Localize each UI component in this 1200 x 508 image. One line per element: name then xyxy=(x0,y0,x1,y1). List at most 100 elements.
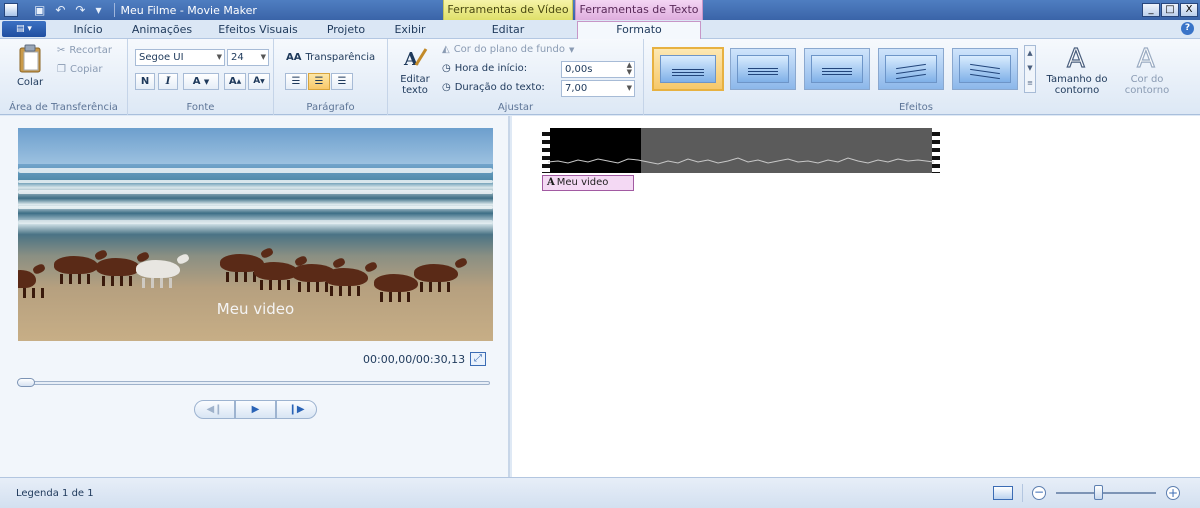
tab-exibir[interactable]: Exibir xyxy=(383,22,437,39)
scissors-icon: ✂ xyxy=(57,45,66,56)
transparency-label: Transparência xyxy=(305,52,376,63)
background-color-button[interactable]: ◭ Cor do plano de fundo ▼ xyxy=(442,44,574,55)
tab-animacoes[interactable]: Animações xyxy=(125,22,199,39)
tab-efeitos-visuais[interactable]: Efeitos Visuais xyxy=(206,22,310,39)
transparency-button[interactable]: AA Transparência xyxy=(286,52,375,63)
chevron-down-icon: ▼ xyxy=(260,53,266,61)
effect-thumbnail-2[interactable] xyxy=(730,48,796,90)
app-icon[interactable] xyxy=(4,3,18,17)
previous-frame-button[interactable]: ◀❙ xyxy=(194,400,235,419)
ribbon: Colar ✂ Recortar ❐ Copiar Área de Transf… xyxy=(0,39,1200,115)
help-icon[interactable]: ? xyxy=(1181,22,1194,35)
horse xyxy=(136,260,180,288)
font-size-value: 24 xyxy=(231,52,244,63)
tab-inicio[interactable]: Início xyxy=(58,22,118,39)
background-color-label: Cor do plano de fundo xyxy=(453,44,565,55)
zoom-slider-track[interactable] xyxy=(1056,492,1156,494)
outline-color-label: Cor do contorno xyxy=(1124,74,1170,96)
zoom-slider-thumb[interactable] xyxy=(1094,485,1103,500)
video-clip[interactable] xyxy=(542,128,940,173)
adjust-group-label: Ajustar xyxy=(497,102,534,113)
effect-thumbnail-4[interactable] xyxy=(878,48,944,90)
arrow-up-icon: ▲ xyxy=(236,78,242,85)
context-tab-text-tools: Ferramentas de Texto xyxy=(575,0,703,20)
thumbnail-size-icon[interactable] xyxy=(993,486,1013,500)
font-color-button[interactable]: A ▼ xyxy=(183,73,219,90)
horse xyxy=(324,268,368,296)
chevron-down-icon: ▼ xyxy=(203,78,210,86)
fullscreen-icon[interactable]: ⤢ xyxy=(470,352,486,366)
file-menu-button[interactable]: ▤ ▾ xyxy=(2,21,46,37)
timer-icon: ◷ xyxy=(442,82,451,93)
font-size-combo[interactable]: 24 ▼ xyxy=(227,49,269,66)
horse xyxy=(374,274,418,302)
paint-bucket-icon: ◭ xyxy=(442,44,450,55)
paste-button[interactable]: Colar xyxy=(8,44,52,88)
tab-formato[interactable]: Formato xyxy=(577,21,701,40)
align-right-button[interactable]: ☰ xyxy=(331,73,353,90)
seek-thumb[interactable] xyxy=(17,378,35,387)
title-clip[interactable]: A Meu video xyxy=(542,175,634,191)
paste-label: Colar xyxy=(16,77,44,88)
effect-preview xyxy=(660,55,716,83)
chevron-down-icon: ▼ xyxy=(216,53,222,61)
minimize-button[interactable]: _ xyxy=(1142,3,1160,17)
copy-button[interactable]: ❐ Copiar xyxy=(57,64,102,75)
redo-icon[interactable]: ↷ xyxy=(75,3,85,17)
bold-button[interactable]: N xyxy=(135,73,155,90)
effect-thumbnail-3[interactable] xyxy=(804,48,870,90)
chevron-down-icon: ▼ xyxy=(568,45,575,54)
next-frame-button[interactable]: ❙▶ xyxy=(276,400,317,419)
status-separator xyxy=(1022,484,1023,502)
tab-projeto[interactable]: Projeto xyxy=(316,22,376,39)
arrow-down-icon: ▼ xyxy=(260,78,265,85)
svg-text:A: A xyxy=(1137,44,1155,71)
play-button[interactable]: ▶ xyxy=(235,400,276,419)
close-button[interactable]: X xyxy=(1180,3,1198,17)
duration-label: ◷ Duração do texto: xyxy=(442,82,545,93)
align-center-button[interactable]: ☰ xyxy=(308,73,330,90)
edit-text-button[interactable]: A Editar texto xyxy=(396,45,434,96)
font-family-combo[interactable]: Segoe UI ▼ xyxy=(135,49,225,66)
copy-label: Copiar xyxy=(69,64,103,75)
duration-combo[interactable]: 7,00 ▼ xyxy=(561,80,635,97)
window-controls: _ □ X xyxy=(1142,3,1198,17)
svg-text:A: A xyxy=(1067,44,1085,71)
previous-frame-icon: ◀❙ xyxy=(206,404,223,415)
customize-qat-icon[interactable]: ▾ xyxy=(95,3,101,17)
effect-thumbnail-1[interactable] xyxy=(652,47,724,91)
copy-icon: ❐ xyxy=(57,64,66,75)
video-preview[interactable]: Meu video xyxy=(18,128,493,341)
status-bar: Legenda 1 de 1 − + xyxy=(0,477,1200,508)
outline-color-button[interactable]: A Cor do contorno xyxy=(1116,43,1178,96)
audio-waveform xyxy=(548,157,934,165)
effect-preview xyxy=(737,55,789,83)
grow-font-button[interactable]: A▲ xyxy=(224,73,246,90)
spinner-icon[interactable]: ▲ ▼ xyxy=(627,62,632,76)
shrink-font-button[interactable]: A▼ xyxy=(248,73,270,90)
align-left-button[interactable]: ☰ xyxy=(285,73,307,90)
effect-thumbnail-5[interactable] xyxy=(952,48,1018,90)
maximize-button[interactable]: □ xyxy=(1161,3,1179,17)
horse xyxy=(54,256,98,284)
video-sky xyxy=(18,128,493,164)
seek-bar[interactable] xyxy=(17,378,490,387)
cut-button[interactable]: ✂ Recortar xyxy=(57,45,112,56)
save-icon[interactable]: ▣ xyxy=(34,3,45,17)
group-font: Segoe UI ▼ 24 ▼ N I A ▼ A▲ A▼ Fonte xyxy=(128,39,274,115)
italic-button[interactable]: I xyxy=(158,73,178,90)
storyboard: A Meu video xyxy=(512,116,1200,477)
outline-size-icon: A xyxy=(1066,43,1085,74)
tab-editar[interactable]: Editar xyxy=(445,22,571,39)
undo-icon[interactable]: ↶ xyxy=(55,3,65,17)
outline-size-label: Tamanho do contorno xyxy=(1046,74,1108,96)
effects-gallery-scroller[interactable]: ▲ ▼ ≡ xyxy=(1024,45,1036,93)
start-time-input[interactable]: 0,00s ▲ ▼ xyxy=(561,61,635,78)
quick-access-toolbar: ▣ ↶ ↷ ▾ xyxy=(34,3,102,17)
zoom-out-icon[interactable]: − xyxy=(1032,486,1046,500)
outline-size-button[interactable]: A Tamanho do contorno xyxy=(1040,43,1114,96)
status-text: Legenda 1 de 1 xyxy=(16,488,94,499)
effect-preview xyxy=(885,55,937,83)
group-effects: ▲ ▼ ≡ A Tamanho do contorno A Cor do conto… xyxy=(644,39,1188,115)
zoom-in-icon[interactable]: + xyxy=(1166,486,1180,500)
